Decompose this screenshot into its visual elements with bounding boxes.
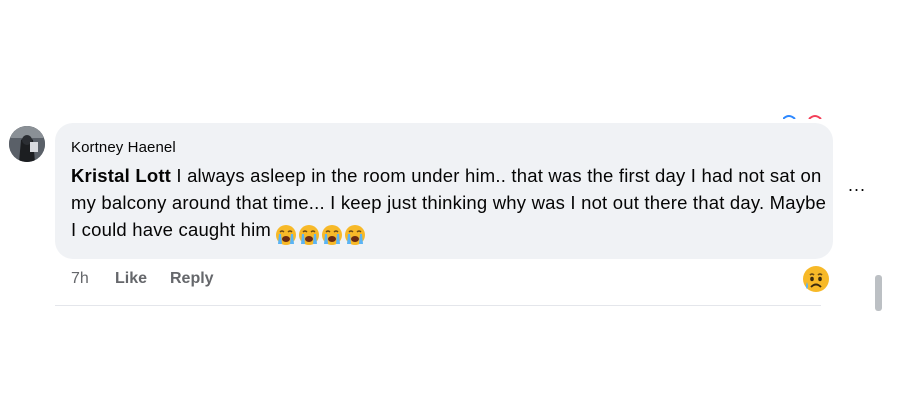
mention-link[interactable]: Kristal Lott xyxy=(71,165,171,186)
avatar[interactable] xyxy=(9,126,45,162)
loudly-crying-face-icon xyxy=(298,224,320,246)
reaction-dots-fragment xyxy=(782,106,823,120)
comment-author[interactable]: Kortney Haenel xyxy=(71,139,176,156)
comment-bubble: Kortney Haenel Kristal Lott I always asl… xyxy=(55,123,833,259)
reply-button[interactable]: Reply xyxy=(170,270,214,288)
divider xyxy=(55,305,821,306)
timestamp[interactable]: 7h xyxy=(71,270,89,288)
comment-text: Kristal Lott I always asleep in the room… xyxy=(71,162,827,247)
loudly-crying-face-icon xyxy=(275,224,297,246)
loudly-crying-face-icon xyxy=(344,224,366,246)
like-button[interactable]: Like xyxy=(115,270,147,288)
emoji-group xyxy=(275,220,367,247)
sad-reaction-icon[interactable] xyxy=(801,264,831,294)
scrollbar[interactable] xyxy=(875,275,882,311)
loudly-crying-face-icon xyxy=(321,224,343,246)
more-options-icon[interactable]: ... xyxy=(848,176,872,194)
comment-body: I always asleep in the room under him.. … xyxy=(71,165,827,240)
